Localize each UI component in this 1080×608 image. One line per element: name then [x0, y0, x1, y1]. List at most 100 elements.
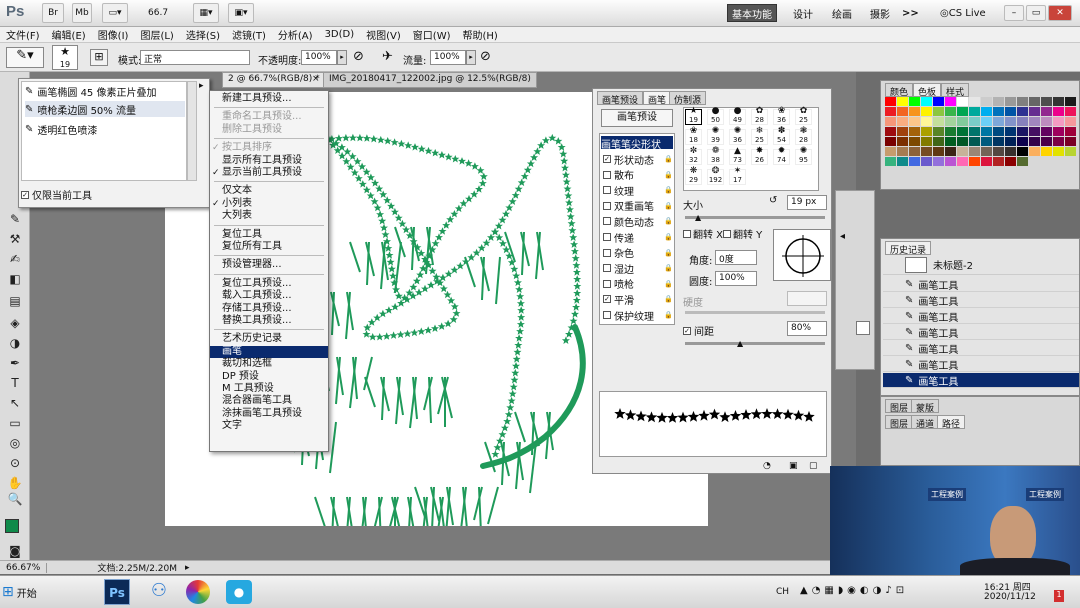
start-button[interactable]: ⊞ 开始	[0, 579, 44, 605]
history-brush-icon[interactable]: ✍	[6, 252, 24, 268]
pen-icon[interactable]: ✒	[6, 356, 24, 372]
color-swatch[interactable]	[897, 157, 908, 166]
cs-live-button[interactable]: ◎ CS Live	[936, 4, 990, 22]
flow-slider-arrow-icon[interactable]: ▸	[466, 50, 476, 65]
color-swatch[interactable]	[885, 137, 896, 146]
color-swatch[interactable]	[897, 117, 908, 126]
minibridge-button[interactable]: Mb	[72, 3, 92, 23]
history-state[interactable]: ✎ 画笔工具	[883, 357, 1079, 372]
brush-presets-button[interactable]: 画笔预设	[601, 109, 673, 127]
roundness-field[interactable]: 100%	[715, 271, 757, 286]
color-swatch[interactable]	[969, 147, 980, 156]
flip-x-checkbox[interactable]: 翻转 X	[683, 226, 723, 241]
flyout-menu-item[interactable]: 复位工具预设...	[210, 278, 328, 290]
spacing-checkbox[interactable]: ✓ 间距	[683, 323, 714, 338]
brush-tip-cell[interactable]: ★ 19	[685, 106, 702, 125]
color-swatch[interactable]	[1065, 127, 1076, 136]
color-swatch[interactable]	[1041, 137, 1052, 146]
flow-field[interactable]: 100%	[430, 50, 466, 65]
spacing-field[interactable]: 80%	[787, 321, 827, 336]
color-swatch[interactable]	[957, 127, 968, 136]
panel-swatch-icon[interactable]	[856, 321, 870, 335]
color-swatch[interactable]	[1017, 117, 1028, 126]
color-swatch[interactable]	[1017, 97, 1028, 106]
color-swatch[interactable]	[1029, 147, 1040, 156]
color-swatch[interactable]	[993, 127, 1004, 136]
menu-layer[interactable]: 图层(L)	[134, 27, 179, 42]
flyout-menu-item[interactable]: ✓ 小列表	[210, 198, 328, 210]
color-swatch[interactable]	[957, 117, 968, 126]
airbrush-toggle-icon[interactable]: ⊘	[480, 49, 491, 64]
toggle-bristle-preview-icon[interactable]: ◔	[763, 461, 771, 471]
color-swatch[interactable]	[1041, 127, 1052, 136]
history-snapshot[interactable]: 未标题-2	[883, 255, 1079, 275]
mode-select[interactable]: 正常	[140, 50, 250, 65]
brush-tip-cell[interactable]: ✺ 39	[707, 126, 724, 145]
color-swatch[interactable]	[885, 97, 896, 106]
color-swatch[interactable]	[921, 107, 932, 116]
color-swatch[interactable]	[957, 157, 968, 166]
spacing-slider-thumb[interactable]: ▲	[737, 339, 743, 348]
color-swatch[interactable]	[897, 127, 908, 136]
3d-rotate-icon[interactable]: ◎	[6, 436, 24, 452]
tab-document-img[interactable]: IMG_20180417_122002.jpg @ 12.5%(RGB/8)	[323, 72, 537, 88]
color-swatch[interactable]	[933, 147, 944, 156]
history-state[interactable]: ✎ 画笔工具	[883, 373, 1079, 388]
color-swatch[interactable]	[1005, 147, 1016, 156]
brush-option-item[interactable]: 颜色动态 🔒	[603, 214, 673, 229]
lock-icon[interactable]: 🔒	[664, 264, 673, 272]
hand-icon[interactable]: ✋	[6, 476, 24, 492]
color-swatch[interactable]	[981, 137, 992, 146]
color-swatch[interactable]	[933, 107, 944, 116]
tab-clone-source[interactable]: 仿制源	[669, 91, 707, 106]
tab-swatches[interactable]: 色板	[913, 83, 942, 98]
color-swatch[interactable]	[1041, 117, 1052, 126]
color-swatch[interactable]	[1029, 137, 1040, 146]
flyout-menu-item[interactable]: 复位所有工具	[210, 241, 328, 253]
brush-tip-cell[interactable]: ❋ 29	[685, 166, 702, 185]
menu-view[interactable]: 视图(V)	[360, 27, 407, 42]
menu-analysis[interactable]: 分析(A)	[272, 27, 319, 42]
maximize-button[interactable]: ▭	[1026, 5, 1046, 21]
size-field[interactable]: 19 px	[787, 195, 827, 210]
tab-layers[interactable]: 图层	[885, 415, 914, 430]
brush-tip-cell[interactable]: ▲ 73	[729, 146, 746, 165]
more-workspaces[interactable]: >>	[898, 4, 923, 22]
color-swatch[interactable]	[909, 117, 920, 126]
brush-tip-cell[interactable]: ✹ 74	[773, 146, 790, 165]
flyout-menu-item[interactable]: 仅文本	[210, 185, 328, 197]
shape-icon[interactable]: ▭	[6, 416, 24, 432]
preset-item[interactable]: ✎ 喷枪柔边圆 50% 流量	[25, 101, 185, 117]
angle-field[interactable]: 0度	[715, 250, 757, 265]
color-swatch[interactable]	[921, 127, 932, 136]
zoom-readout[interactable]: 66.67%	[0, 562, 48, 573]
color-swatch[interactable]	[921, 97, 932, 106]
color-swatch[interactable]	[921, 117, 932, 126]
color-swatch[interactable]	[945, 157, 956, 166]
color-swatch[interactable]	[945, 107, 956, 116]
brush-tip-cell[interactable]: ✿ 28	[751, 106, 768, 125]
color-swatch[interactable]	[969, 157, 980, 166]
lock-icon[interactable]: 🔒	[664, 202, 673, 210]
color-swatch[interactable]	[909, 127, 920, 136]
workspace-painting[interactable]: 绘画	[828, 4, 856, 22]
tab-channels[interactable]: 通道	[911, 415, 940, 430]
color-swatch[interactable]	[885, 117, 896, 126]
color-swatch[interactable]	[1029, 97, 1040, 106]
brush-tip-cell[interactable]: ✺ 95	[795, 146, 812, 165]
history-state[interactable]: ✎ 画笔工具	[883, 293, 1079, 308]
language-indicator[interactable]: CH	[776, 587, 789, 597]
color-swatch[interactable]	[933, 157, 944, 166]
brush-tip-cell[interactable]: ✺ 36	[729, 126, 746, 145]
color-swatch[interactable]	[945, 147, 956, 156]
color-swatch[interactable]	[945, 97, 956, 106]
color-swatch[interactable]	[1065, 137, 1076, 146]
color-swatch[interactable]	[1065, 147, 1076, 156]
tab-masks[interactable]: 蒙版	[911, 399, 940, 414]
zoom-level[interactable]: 66.7	[148, 8, 168, 18]
color-swatch[interactable]	[993, 97, 1004, 106]
status-arrow-icon[interactable]: ▸	[177, 563, 190, 573]
color-swatch[interactable]	[1017, 147, 1028, 156]
flyout-menu-item[interactable]: M 工具预设	[210, 383, 328, 395]
brush-tip-cell[interactable]: ❄ 25	[751, 126, 768, 145]
